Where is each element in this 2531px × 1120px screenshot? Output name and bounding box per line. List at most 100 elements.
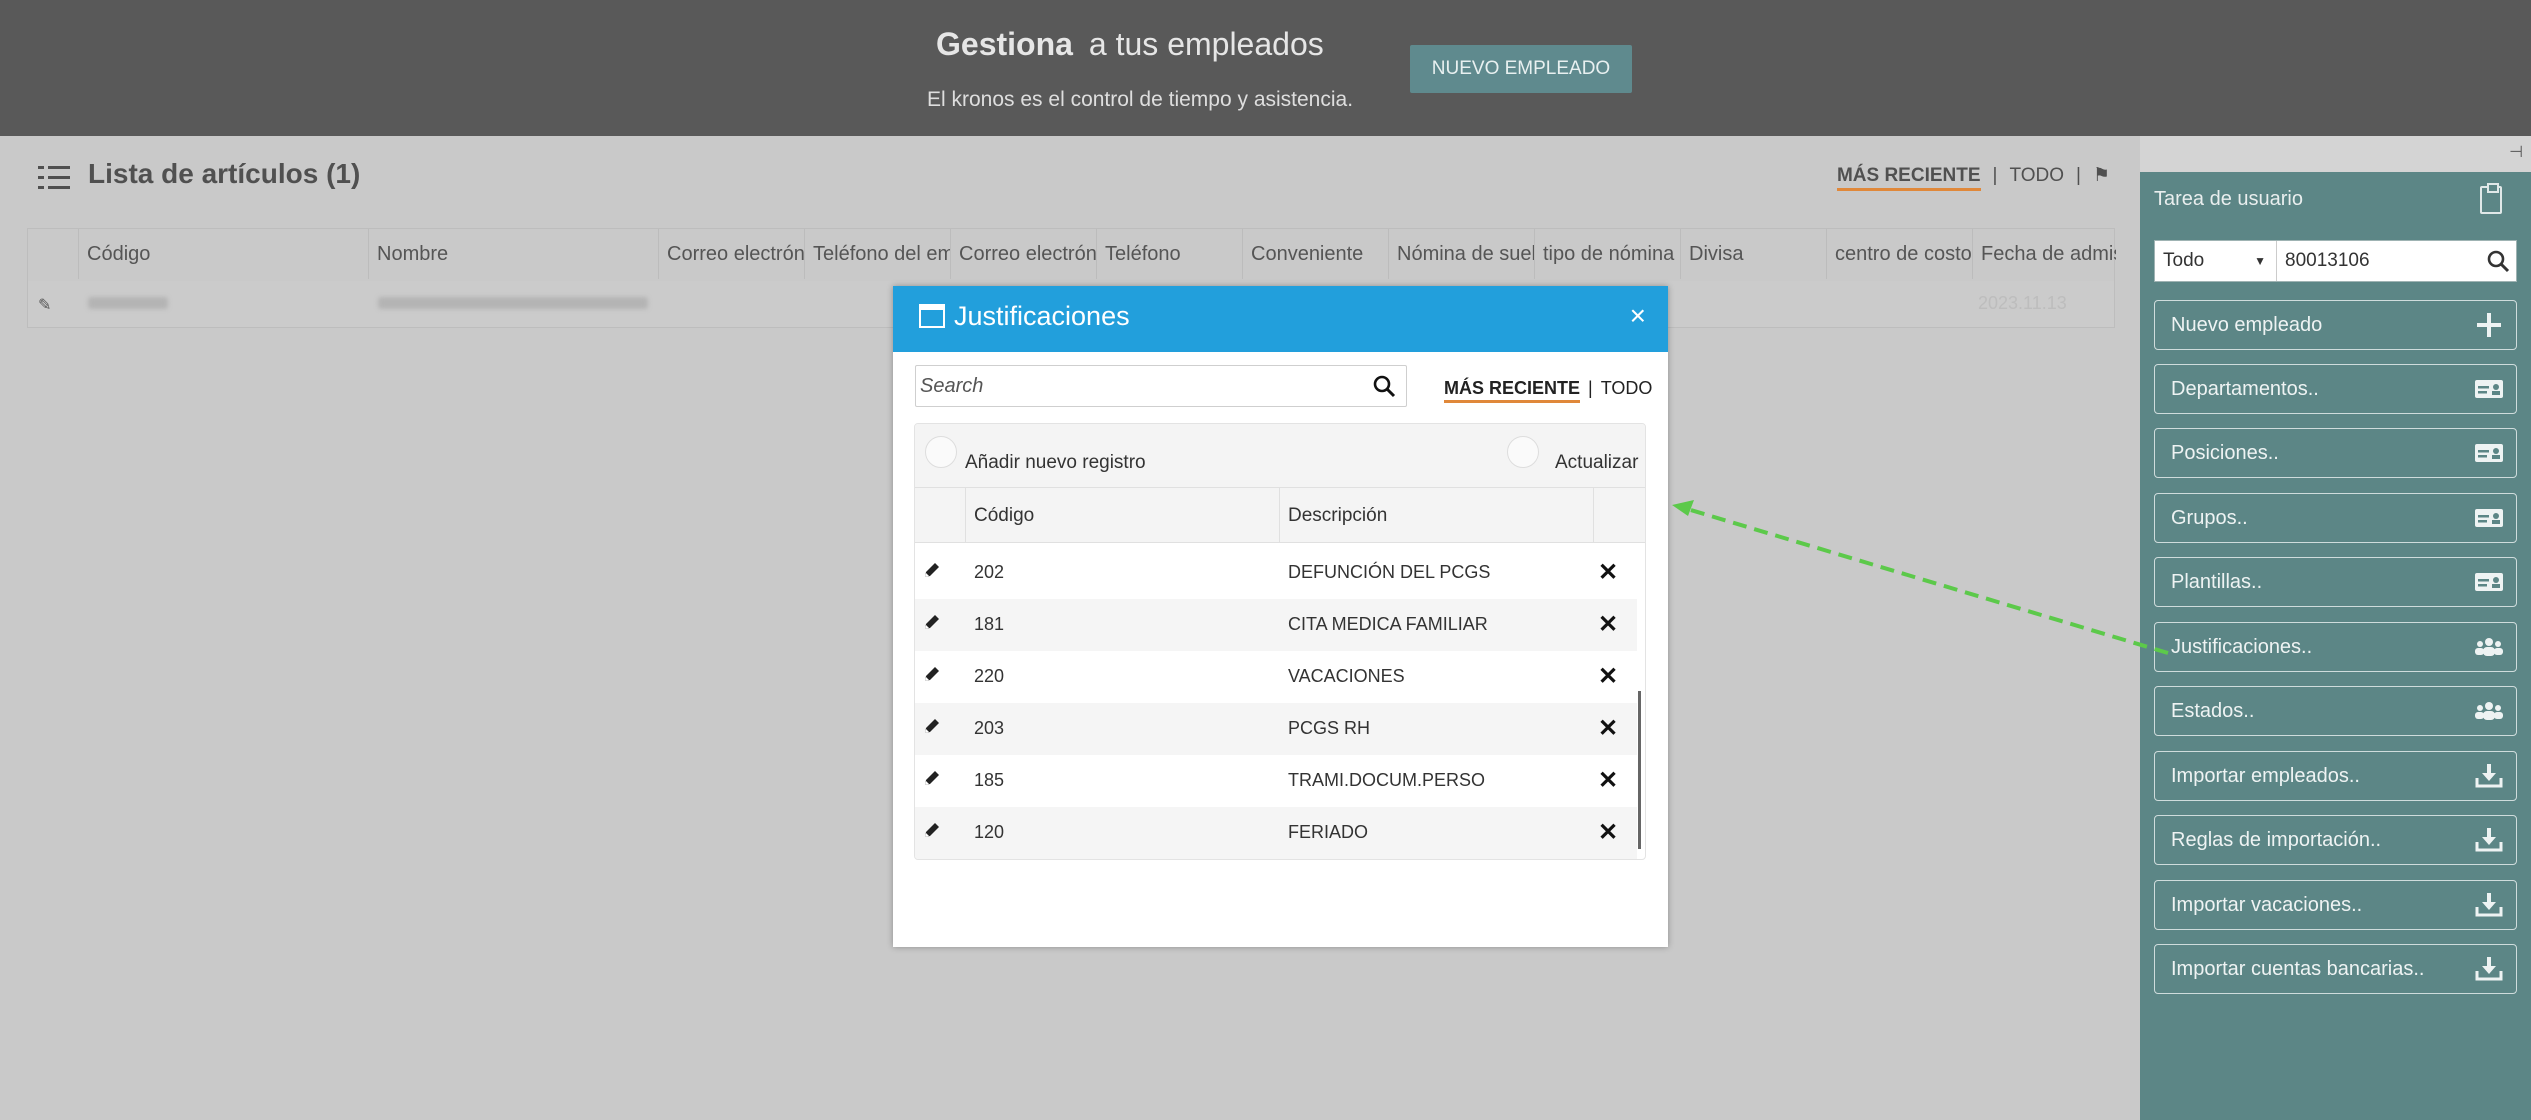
sidebar-item-label: Importar vacaciones.. [2171,894,2363,916]
row-description: CITA MEDICA FAMILIAR [1288,614,1488,634]
users-icon [2475,638,2503,656]
delete-icon[interactable]: ✕ [1598,558,1618,587]
grid-col-header[interactable]: Nómina de suel [1388,229,1534,279]
edit-pencil-icon[interactable]: ✎ [38,295,51,315]
edit-pencil-icon[interactable] [922,768,942,788]
grid-col-blank [28,229,78,279]
panel-title: Tarea de usuario [2154,188,2303,210]
table-row[interactable]: 202 DEFUNCIÓN DEL PCGS ✕ [915,547,1637,599]
download-icon [2475,828,2503,852]
table-row[interactable]: 203 PCGS RH ✕ [915,703,1637,755]
row-code: 120 [974,822,1005,842]
task-search-input[interactable] [2279,241,2469,281]
sidebar-item-importar-cuentas-bancarias[interactable]: Importar cuentas bancarias.. [2154,944,2517,994]
sidebar-item-label: Grupos.. [2171,507,2248,529]
table-row[interactable]: 185 TRAMI.DOCUM.PERSO ✕ [915,755,1637,807]
sidebar-item-reglas-de-importación[interactable]: Reglas de importación.. [2154,815,2517,865]
download-icon [2475,957,2503,981]
pin-icon[interactable]: ⊣ [2509,142,2523,162]
filter-recent-link[interactable]: MÁS RECIENTE [1836,165,1981,191]
col-code-header[interactable]: Código [965,488,1279,543]
sidebar-item-label: Plantillas.. [2171,571,2263,593]
refresh-icon[interactable] [1507,436,1539,468]
search-icon[interactable] [2486,249,2510,273]
scrollbar[interactable] [1638,691,1641,849]
sidebar-item-plantillas[interactable]: Plantillas.. [2154,557,2517,607]
sidebar-item-grupos[interactable]: Grupos.. [2154,493,2517,543]
row-description: DEFUNCIÓN DEL PCGS [1288,562,1491,582]
refresh-button[interactable]: Actualizar [1555,452,1638,474]
sidebar-item-justificaciones[interactable]: Justificaciones.. [2154,622,2517,672]
search-icon[interactable] [1372,374,1396,398]
table-row[interactable]: 120 FERIADO ✕ [915,807,1637,859]
add-record-button[interactable]: Añadir nuevo registro [965,452,1146,474]
download-icon [2475,893,2503,917]
sidebar-item-label: Justificaciones.. [2171,636,2313,658]
dialog-filters: MÁS RECIENTE | TODO [1444,378,1653,403]
grid-col-header[interactable]: Teléfono del em [804,229,950,279]
flag-icon[interactable]: ⚑ [2093,165,2110,186]
edit-pencil-icon[interactable] [922,716,942,736]
delete-icon[interactable]: ✕ [1598,714,1618,743]
filter-all-link[interactable]: TODO [2009,165,2064,186]
download-icon [2475,764,2503,788]
delete-icon[interactable]: ✕ [1598,610,1618,639]
filter-recent-link[interactable]: MÁS RECIENTE [1444,378,1581,403]
row-description: TRAMI.DOCUM.PERSO [1288,770,1486,790]
grid-col-header[interactable]: Código [78,229,368,279]
grid-col-header[interactable]: Teléfono [1096,229,1242,279]
window-icon [919,304,945,328]
grid-col-header[interactable]: Fecha de admis [1972,229,2116,279]
sidebar-item-label: Estados.. [2171,700,2255,722]
id-card-icon [2475,509,2503,527]
row-description: PCGS RH [1288,718,1371,738]
sidebar-item-label: Departamentos.. [2171,378,2319,400]
task-filter: Todo ▼ [2154,240,2517,282]
row-description: FERIADO [1288,822,1369,842]
list-title: Lista de artículos (1) [88,158,361,189]
redacted-name [378,297,648,309]
panel-top-strip: ⊣ [2140,136,2531,172]
edit-pencil-icon[interactable] [922,820,942,840]
sidebar-item-estados[interactable]: Estados.. [2154,686,2517,736]
edit-pencil-icon[interactable] [922,560,942,580]
grid-toolbar: Añadir nuevo registro Actualizar [915,424,1645,488]
sidebar-item-departamentos[interactable]: Departamentos.. [2154,364,2517,414]
sidebar-item-label: Posiciones.. [2171,442,2279,464]
col-desc-header[interactable]: Descripción [1279,488,1593,543]
grid-header: Código Nombre Correo electrón Teléfono d… [28,229,2116,279]
row-description: VACACIONES [1288,666,1405,686]
delete-icon[interactable]: ✕ [1598,766,1618,795]
delete-icon[interactable]: ✕ [1598,818,1618,847]
edit-pencil-icon[interactable] [922,612,942,632]
row-code: 181 [974,614,1005,634]
search-input[interactable] [916,366,1356,406]
delete-icon[interactable]: ✕ [1598,662,1618,691]
table-row[interactable]: 181 CITA MEDICA FAMILIAR ✕ [915,599,1637,651]
filter-all-link[interactable]: TODO [1601,378,1653,398]
table-row[interactable]: 220 VACACIONES ✕ [915,651,1637,703]
grid-col-header[interactable]: centro de costo [1826,229,1972,279]
grid-col-header[interactable]: Conveniente [1242,229,1388,279]
sidebar-item-importar-vacaciones[interactable]: Importar vacaciones.. [2154,880,2517,930]
sidebar-item-importar-empleados[interactable]: Importar empleados.. [2154,751,2517,801]
task-type-select[interactable]: Todo ▼ [2155,241,2277,281]
grid-col-header[interactable]: Correo electrón [950,229,1096,279]
grid-col-header[interactable]: Divisa [1680,229,1826,279]
row-code: 203 [974,718,1005,738]
edit-pencil-icon[interactable] [922,664,942,684]
justifications-grid: Añadir nuevo registro Actualizar Código … [914,423,1646,860]
sidebar-item-label: Reglas de importación.. [2171,829,2382,851]
dialog-search [915,365,1407,407]
new-employee-banner-button[interactable]: NUEVO EMPLEADO [1410,45,1632,93]
sidebar-item-posiciones[interactable]: Posiciones.. [2154,428,2517,478]
add-record-icon[interactable] [925,436,957,468]
list-filters: MÁS RECIENTE | TODO | ⚑ [1836,164,2110,191]
sidebar-item-label: Importar cuentas bancarias.. [2171,958,2425,980]
grid-col-header[interactable]: Nombre [368,229,658,279]
redacted-code [88,297,168,309]
grid-col-header[interactable]: Correo electrón [658,229,804,279]
sidebar-item-nuevo-empleado[interactable]: Nuevo empleado [2154,300,2517,350]
close-icon[interactable]: × [1630,300,1646,332]
grid-col-header[interactable]: tipo de nómina [1534,229,1680,279]
